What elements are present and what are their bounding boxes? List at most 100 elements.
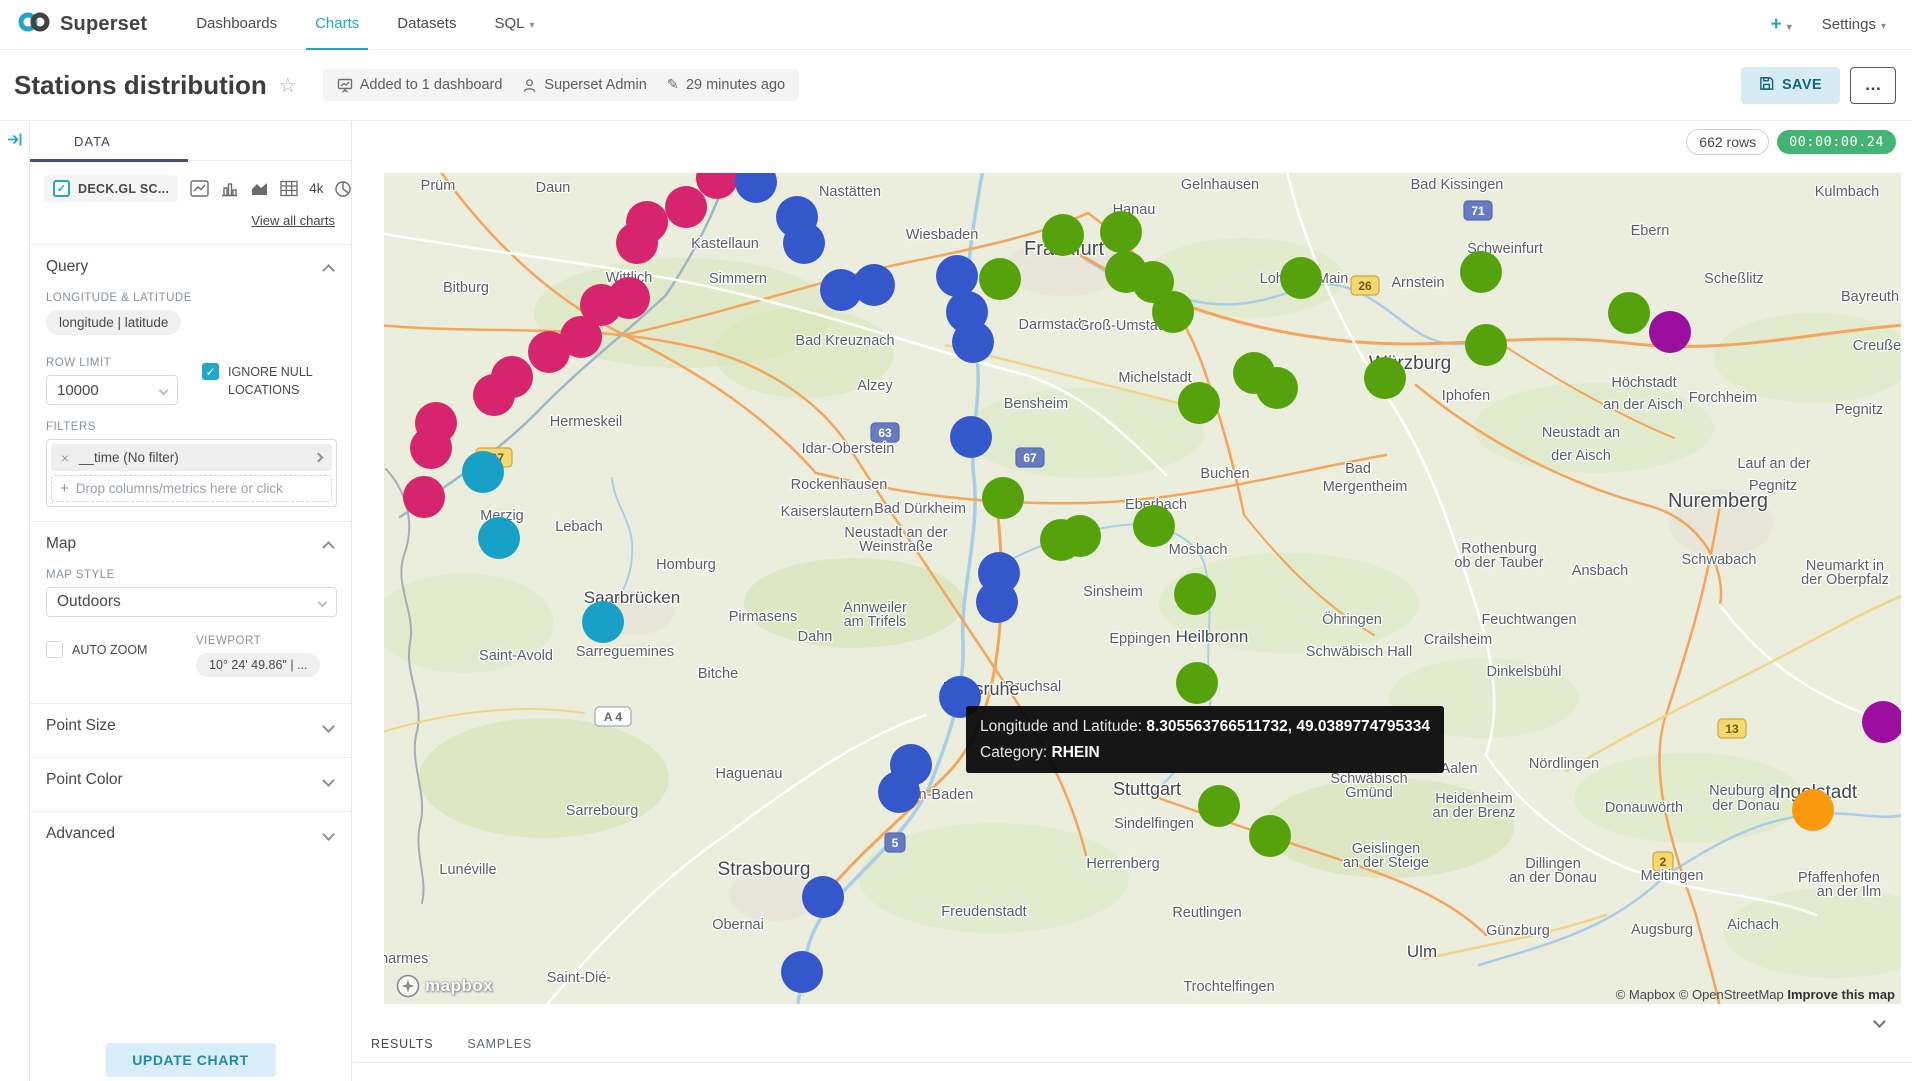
map-data-point[interactable]	[1174, 573, 1216, 615]
map-city-label: Hermeskeil	[550, 414, 623, 430]
map-svg[interactable]: 60763677126132A 45PrümDaunNastättenGelnh…	[384, 173, 1901, 1004]
lonlat-value-pill[interactable]: longitude | latitude	[46, 310, 181, 335]
update-chart-button[interactable]: UPDATE CHART	[105, 1043, 276, 1077]
more-options-button[interactable]: …	[1850, 67, 1896, 104]
map-city-label: an der Donau	[1509, 870, 1597, 886]
map-data-point[interactable]	[1059, 515, 1101, 557]
map-data-point[interactable]	[1133, 505, 1175, 547]
point-color-header[interactable]: Point Color	[30, 758, 351, 797]
map-data-point[interactable]	[982, 477, 1024, 519]
viz-4k-icon[interactable]: 4k	[309, 181, 323, 196]
map-data-point[interactable]	[582, 601, 624, 643]
nav-item-charts[interactable]: Charts	[296, 0, 378, 50]
ignore-null-checkbox-row[interactable]: ✓ IGNORE NULL LOCATIONS	[202, 363, 334, 399]
tab-samples[interactable]: SAMPLES	[467, 1037, 532, 1051]
map-data-point[interactable]	[952, 321, 994, 363]
map-data-point[interactable]	[783, 222, 825, 264]
line-chart-icon[interactable]	[190, 180, 209, 197]
map-style-select[interactable]: Outdoors	[46, 587, 337, 617]
last-modified-badge[interactable]: ✎ 29 minutes ago	[667, 77, 785, 93]
map-data-point[interactable]	[1249, 815, 1291, 857]
owner-badge[interactable]: Superset Admin	[522, 77, 646, 93]
tab-results[interactable]: RESULTS	[371, 1037, 433, 1051]
map-city-label: Augsburg	[1631, 922, 1693, 938]
nav-item-dashboards[interactable]: Dashboards	[177, 0, 296, 50]
advanced-header[interactable]: Advanced	[30, 812, 351, 851]
map-city-label: Rockenhausen	[791, 477, 888, 493]
improve-map-link[interactable]: Improve this map	[1787, 987, 1895, 1002]
map-data-point[interactable]	[1608, 292, 1650, 334]
map-data-point[interactable]	[950, 416, 992, 458]
map-data-point[interactable]	[878, 771, 920, 813]
mapbox-logo[interactable]: mapbox	[396, 974, 493, 998]
collapse-panel-icon[interactable]	[6, 131, 23, 153]
viz-type-chip[interactable]: ✓ DECK.GL SC...	[44, 175, 178, 202]
map-city-label: Freudenstadt	[941, 904, 1026, 920]
map-data-point[interactable]	[1460, 251, 1502, 293]
map-data-point[interactable]	[1176, 662, 1218, 704]
map-data-point[interactable]	[403, 476, 445, 518]
map-data-point[interactable]	[665, 186, 707, 228]
mapbox-attribution-link[interactable]: © Mapbox	[1616, 987, 1675, 1002]
map-data-point[interactable]	[616, 222, 658, 264]
dashboard-count-badge[interactable]: Added to 1 dashboard	[337, 77, 503, 93]
area-chart-icon[interactable]	[250, 180, 269, 197]
checkbox-unchecked-icon[interactable]	[46, 641, 63, 658]
map-data-point[interactable]	[478, 517, 520, 559]
settings-menu[interactable]: Settings▾	[1822, 16, 1886, 33]
map-city-label: Bitburg	[443, 280, 489, 296]
map-data-point[interactable]	[462, 451, 504, 493]
map-data-point[interactable]	[976, 581, 1018, 623]
nav-item-datasets[interactable]: Datasets	[378, 0, 475, 50]
query-section-header[interactable]: Query	[30, 245, 351, 284]
view-all-charts-link[interactable]: View all charts	[251, 213, 335, 228]
map-data-point[interactable]	[1256, 367, 1298, 409]
map-city-label: Iphofen	[1442, 388, 1490, 404]
map-data-point[interactable]	[1364, 357, 1406, 399]
nav-item-sql[interactable]: SQL▾	[475, 0, 553, 50]
viewport-value-pill[interactable]: 10° 24' 49.86" | ...	[196, 653, 320, 677]
new-item-button[interactable]: +▾	[1771, 14, 1792, 36]
save-button[interactable]: SAVE	[1741, 67, 1840, 104]
map-data-point[interactable]	[1465, 324, 1507, 366]
map-data-point[interactable]	[979, 258, 1021, 300]
bar-chart-icon[interactable]	[220, 180, 239, 197]
map-section-header[interactable]: Map	[30, 522, 351, 561]
map-city-label: Dahn	[798, 629, 833, 645]
map-data-point[interactable]	[1649, 311, 1691, 353]
map-data-point[interactable]	[1100, 211, 1142, 253]
map-data-point[interactable]	[1042, 214, 1084, 256]
map-data-point[interactable]	[1178, 382, 1220, 424]
map-data-point[interactable]	[1792, 789, 1834, 831]
map-data-point[interactable]	[802, 876, 844, 918]
pie-chart-icon[interactable]	[334, 180, 352, 198]
table-icon[interactable]	[280, 180, 298, 197]
auto-zoom-checkbox-row[interactable]: AUTO ZOOM	[46, 641, 178, 659]
map-data-point[interactable]	[853, 264, 895, 306]
row-limit-select[interactable]: 10000	[46, 375, 178, 405]
superset-logo[interactable]: Superset	[16, 10, 147, 39]
map-data-point[interactable]	[936, 255, 978, 297]
map-data-point[interactable]	[1198, 785, 1240, 827]
map-city-label: Stuttgart	[1113, 779, 1181, 799]
map-data-point[interactable]	[528, 331, 570, 373]
query-status-badges: 662 rows 00:00:00.24	[1686, 129, 1896, 155]
filter-option-time[interactable]: × __time (No filter)	[51, 444, 332, 471]
add-filter-dropzone[interactable]: + Drop columns/metrics here or click	[51, 475, 332, 502]
map-data-point[interactable]	[1152, 291, 1194, 333]
collapse-results-icon[interactable]	[1875, 1013, 1884, 1031]
chart-canvas: 662 rows 00:00:00.24 60763677126132A 45P…	[353, 121, 1912, 1081]
checkbox-checked-icon[interactable]: ✓	[202, 363, 219, 380]
map-data-point[interactable]	[1280, 257, 1322, 299]
map-data-point[interactable]	[939, 676, 981, 718]
point-size-header[interactable]: Point Size	[30, 704, 351, 743]
viz-selected-checkbox: ✓	[53, 180, 70, 197]
remove-filter-icon[interactable]: ×	[51, 450, 79, 466]
osm-attribution-link[interactable]: © OpenStreetMap	[1679, 987, 1784, 1002]
tab-data[interactable]: DATA	[74, 134, 111, 149]
favorite-star-icon[interactable]: ☆	[279, 73, 297, 98]
map-data-point[interactable]	[781, 951, 823, 993]
map-data-point[interactable]	[473, 374, 515, 416]
map-data-point[interactable]	[410, 427, 452, 469]
deckgl-map[interactable]: 60763677126132A 45PrümDaunNastättenGelnh…	[384, 173, 1901, 1004]
